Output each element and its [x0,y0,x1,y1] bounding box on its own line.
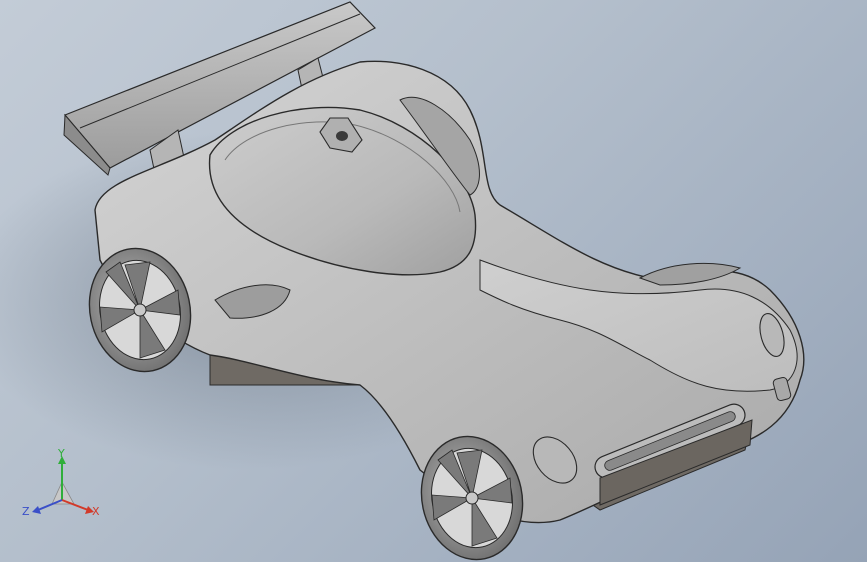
x-axis-label: X [92,505,100,518]
car-model[interactable] [0,0,867,562]
x-axis-line [61,499,89,511]
graphics-viewport[interactable]: Y X Z [0,0,867,562]
view-orientation-triad[interactable]: Y X Z [22,448,106,528]
y-axis-label: Y [58,447,65,460]
z-axis-label: Z [22,505,30,518]
z-axis-line [37,499,63,511]
